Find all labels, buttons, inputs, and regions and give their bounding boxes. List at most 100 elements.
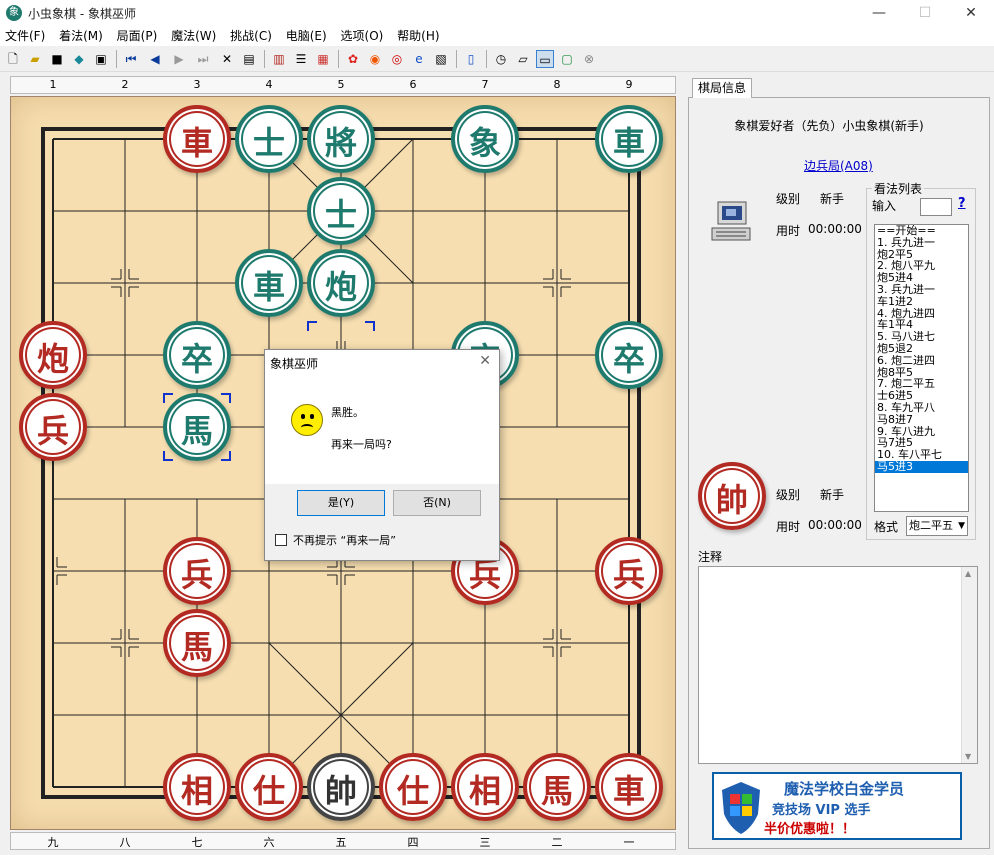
notes-scrollbar[interactable]: ▲ ▼ xyxy=(961,567,977,763)
move-item[interactable]: 炮5退2 xyxy=(875,343,968,355)
new-file-icon[interactable]: 🗋 xyxy=(4,50,22,68)
open-folder-icon[interactable]: ▰ xyxy=(26,50,44,68)
next-move-icon[interactable]: ▶ xyxy=(170,50,188,68)
format-select[interactable]: 炮二平五 ▼ xyxy=(906,516,968,536)
move-item[interactable]: 2. 炮八平九 xyxy=(875,260,968,272)
dialog-close-button[interactable]: ✕ xyxy=(479,353,491,369)
book-icon[interactable]: ▥ xyxy=(270,50,288,68)
network-icon[interactable]: ✿ xyxy=(344,50,362,68)
move-item[interactable]: 炮8平5 xyxy=(875,367,968,379)
move-item[interactable]: 10. 车八平七 xyxy=(875,449,968,461)
move-item[interactable]: 4. 炮九进四 xyxy=(875,308,968,320)
move-item[interactable]: 8. 车九平八 xyxy=(875,402,968,414)
move-item[interactable]: 炮2平5 xyxy=(875,249,968,261)
bottom-time-value: 00:00:00 xyxy=(808,518,862,532)
selection-corner xyxy=(163,451,173,461)
stop-icon[interactable]: ⊗ xyxy=(580,50,598,68)
table-icon[interactable]: ▦ xyxy=(314,50,332,68)
delete-icon[interactable]: ✕ xyxy=(218,50,236,68)
menu-file[interactable]: 文件(F) xyxy=(0,26,50,46)
yes-button[interactable]: 是(Y) xyxy=(297,490,385,516)
moves-list[interactable]: ==开始== 1. 兵九进一 炮2平5 2. 炮八平九 炮5进4 3. 兵九进一 车1… xyxy=(874,224,969,512)
prev-move-icon[interactable]: ◀ xyxy=(146,50,164,68)
move-item[interactable]: 士6进5 xyxy=(875,390,968,402)
piece-red[interactable]: 仕 xyxy=(379,753,447,821)
move-item[interactable]: 1. 兵九进一 xyxy=(875,237,968,249)
move-input[interactable] xyxy=(920,198,952,216)
move-item[interactable]: 9. 车八进九 xyxy=(875,426,968,438)
app-icon: 象 xyxy=(6,5,22,21)
move-item[interactable]: 7. 炮二平五 xyxy=(875,378,968,390)
piece-green[interactable]: 士 xyxy=(235,105,303,173)
reader-icon[interactable]: ▯ xyxy=(462,50,480,68)
piece-red[interactable]: 兵 xyxy=(163,537,231,605)
edit-board-icon[interactable]: ◆ xyxy=(70,50,88,68)
move-item[interactable]: 马8进7 xyxy=(875,414,968,426)
piece-red[interactable]: 馬 xyxy=(163,609,231,677)
paste-icon[interactable]: ▤ xyxy=(240,50,258,68)
piece-green[interactable]: 卒 xyxy=(595,321,663,389)
menu-help[interactable]: 帮助(H) xyxy=(392,26,444,46)
menu-position[interactable]: 局面(P) xyxy=(112,26,163,46)
print-icon[interactable]: ▣ xyxy=(92,50,110,68)
move-item[interactable]: 5. 马八进七 xyxy=(875,331,968,343)
piece-green[interactable]: 卒 xyxy=(163,321,231,389)
stack-icon[interactable]: ▱ xyxy=(514,50,532,68)
no-button[interactable]: 否(N) xyxy=(393,490,481,516)
menu-options[interactable]: 选项(O) xyxy=(336,26,389,46)
move-item[interactable]: 车1平4 xyxy=(875,319,968,331)
move-item[interactable]: 车1进2 xyxy=(875,296,968,308)
minimize-button[interactable]: — xyxy=(856,0,902,26)
piece-red[interactable]: 相 xyxy=(163,753,231,821)
save-icon[interactable]: ■ xyxy=(48,50,66,68)
piece-red[interactable]: 炮 xyxy=(19,321,87,389)
menu-magic[interactable]: 魔法(W) xyxy=(166,26,221,46)
piece-red[interactable]: 相 xyxy=(451,753,519,821)
last-move-icon[interactable]: ⏭ xyxy=(194,50,212,68)
monitor-icon[interactable]: ▢ xyxy=(558,50,576,68)
piece-gray[interactable]: 帥 xyxy=(307,753,375,821)
piece-red[interactable]: 馬 xyxy=(523,753,591,821)
weibo-icon[interactable]: ◉ xyxy=(366,50,384,68)
menu-challenge[interactable]: 挑战(C) xyxy=(225,26,277,46)
piece-green[interactable]: 炮 xyxy=(307,249,375,317)
top-time-value: 00:00:00 xyxy=(808,222,862,236)
notes-icon[interactable]: e xyxy=(410,50,428,68)
tree-icon[interactable]: ☰ xyxy=(292,50,310,68)
ad-banner[interactable]: 魔法学校白金学员 竞技场 VIP 选手 半价优惠啦！！ xyxy=(712,772,962,840)
piece-green[interactable]: 將 xyxy=(307,105,375,173)
move-item[interactable]: 3. 兵九进一 xyxy=(875,284,968,296)
close-button[interactable]: ✕ xyxy=(948,0,994,26)
library-icon[interactable]: ▧ xyxy=(432,50,450,68)
piece-red[interactable]: 車 xyxy=(163,105,231,173)
opening-link[interactable]: 边兵局(A08) xyxy=(804,157,873,174)
piece-red[interactable]: 兵 xyxy=(19,393,87,461)
maximize-button[interactable]: ☐ xyxy=(902,0,948,26)
piece-red[interactable]: 車 xyxy=(595,753,663,821)
piece-red[interactable]: 兵 xyxy=(595,537,663,605)
move-item[interactable]: 马5进3 xyxy=(875,460,968,473)
scroll-down-icon[interactable]: ▼ xyxy=(965,752,971,761)
move-item[interactable]: ==开始== xyxy=(875,225,968,237)
piece-green[interactable]: 象 xyxy=(451,105,519,173)
menu-computer[interactable]: 电脑(E) xyxy=(281,26,332,46)
piece-green[interactable]: 車 xyxy=(595,105,663,173)
tab-game-info[interactable]: 棋局信息 xyxy=(692,78,752,98)
computer-icon[interactable]: ▭ xyxy=(536,50,554,68)
move-item[interactable]: 炮5进4 xyxy=(875,272,968,284)
piece-red[interactable]: 仕 xyxy=(235,753,303,821)
piece-green[interactable]: 士 xyxy=(307,177,375,245)
toolbar-separator xyxy=(116,50,117,68)
notes-textarea[interactable]: ▲ ▼ xyxy=(698,566,978,764)
file-label: 四 xyxy=(407,836,419,849)
dont-ask-checkbox[interactable] xyxy=(275,534,287,546)
piece-green[interactable]: 車 xyxy=(235,249,303,317)
move-item[interactable]: 6. 炮二进四 xyxy=(875,355,968,367)
first-move-icon[interactable]: ⏮ xyxy=(122,50,140,68)
clock-icon[interactable]: ◷ xyxy=(492,50,510,68)
scroll-up-icon[interactable]: ▲ xyxy=(965,569,971,578)
menu-move[interactable]: 着法(M) xyxy=(54,26,108,46)
ie-icon[interactable]: ◎ xyxy=(388,50,406,68)
help-link[interactable]: ? xyxy=(958,196,966,211)
move-item[interactable]: 马7进5 xyxy=(875,437,968,449)
